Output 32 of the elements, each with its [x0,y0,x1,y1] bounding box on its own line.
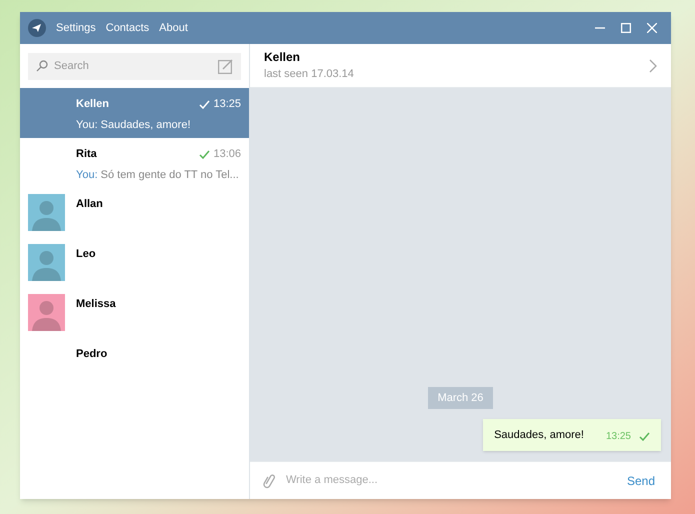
search-icon [36,60,48,72]
search-input[interactable]: Search [54,58,212,74]
message-time: 13:06 [213,147,241,162]
paper-plane-icon [28,19,46,37]
menu-item[interactable]: Contacts [106,20,150,36]
message-time: 13:25 [606,430,631,444]
maximize-icon[interactable] [621,23,631,33]
contact-name: Leo [76,247,96,262]
compose-icon[interactable] [218,58,233,74]
close-icon[interactable] [647,23,657,33]
date-label: March 26 [428,386,494,409]
chevron-right-icon[interactable] [649,58,657,72]
contact-name: Pedro [76,347,108,362]
send-button[interactable]: Send [622,472,659,490]
message-preview: Só tem gente do TT no Tel... [100,168,239,182]
message-preview: Saudades, amore! [100,118,191,132]
sender-label: You: [76,118,98,132]
menu-item[interactable]: Settings [56,20,96,36]
contact-name: Rita [76,147,97,162]
contact-name: Allan [76,197,103,212]
sender-label: You: [76,168,98,182]
chat-item[interactable]: Kellen 13:25 You: Saudades, amore! [20,88,249,138]
paperclip-icon[interactable] [262,472,276,490]
contact-name: Melissa [76,297,116,312]
message-text: Saudades, amore! [494,428,584,443]
contact-name: Kellen [76,97,110,112]
message-input[interactable]: Write a message... [286,472,613,489]
message-time: 13:25 [213,97,241,112]
contact-name: Kellen [264,49,302,66]
menu-item[interactable]: About [159,20,188,36]
last-seen-status: last seen 17.03.14 [264,67,354,82]
search-field[interactable]: Search [28,52,241,80]
